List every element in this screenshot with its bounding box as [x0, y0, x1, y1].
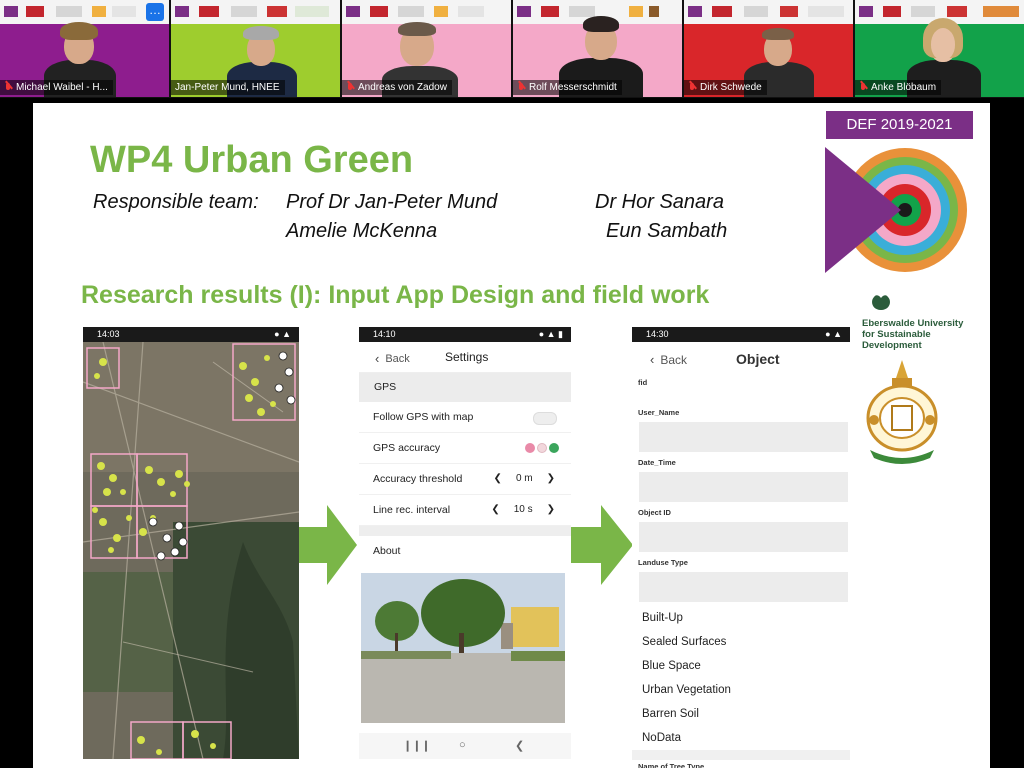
landuse-type-select[interactable] [639, 572, 848, 602]
slide-banner [342, 0, 511, 24]
back-nav-icon[interactable]: ❮ [515, 739, 524, 752]
mic-muted-icon [517, 82, 525, 93]
status-icons: ● ▲ ▮ [538, 329, 563, 339]
slide-subtitle: Research results (I): Input App Design a… [81, 281, 710, 309]
field-label: Landuse Type [638, 558, 688, 567]
status-icons: ● ▲ [274, 329, 291, 339]
participant-strip: … Michael Waibel - H... Jan-Peter Mund, … [0, 0, 1024, 98]
mic-muted-icon [688, 82, 696, 93]
slide-banner [684, 0, 853, 24]
date-time-input[interactable] [639, 472, 848, 502]
settings-navbar: ‹ Back Settings [359, 342, 571, 373]
team-member: Dr Hor Sanara [595, 191, 724, 213]
settings-screen: 14:10 ● ▲ ▮ ‹ Back Settings GPS Follow GP… [359, 327, 571, 759]
field-label: Date_Time [638, 458, 676, 467]
satellite-map[interactable] [83, 342, 299, 759]
map-screenshot: 14:03 ● ▲ [83, 327, 299, 759]
object-navbar: ‹ Back Object [632, 342, 850, 376]
dropdown-option[interactable]: Urban Vegetation [632, 678, 850, 702]
presentation-slide: DEF 2019-2021 WP4 Urban Green Responsibl… [33, 103, 990, 768]
participant-tile[interactable]: Rolf Messerschmidt [513, 0, 682, 97]
field-label: Object ID [638, 508, 671, 517]
dropdown-option[interactable]: NoData [632, 726, 850, 750]
status-icons: ● ▲ [825, 329, 842, 339]
field-label: Name of Tree Type [638, 762, 705, 768]
arrow-right-icon [299, 505, 357, 585]
project-badge: DEF 2019-2021 [826, 111, 973, 139]
participant-name: Michael Waibel - H... [0, 80, 113, 95]
dropdown-option[interactable]: Blue Space [632, 654, 850, 678]
field-label: fid [638, 378, 648, 387]
android-nav-bar: ❙❙❙ ○ ❮ [359, 733, 571, 759]
about-row[interactable]: About [359, 536, 571, 566]
slide-title: WP4 Urban Green [90, 139, 414, 181]
team-member: Prof Dr Jan-Peter Mund [286, 191, 498, 213]
recents-icon[interactable]: ❙❙❙ [403, 739, 431, 752]
slide-banner [171, 0, 340, 24]
arrow-right-icon [571, 505, 633, 585]
section-gps: GPS [359, 373, 571, 402]
participant-tile[interactable]: Jan-Peter Mund, HNEE [171, 0, 340, 97]
user-name-input[interactable] [639, 422, 848, 452]
accuracy-indicator [525, 443, 559, 453]
university-crest [866, 360, 938, 464]
chevron-left-icon: ‹ [650, 352, 655, 367]
back-button[interactable]: ‹ Back [650, 352, 687, 367]
mic-muted-icon [4, 82, 12, 93]
def-target-logo [825, 147, 967, 273]
team-member: Amelie McKenna [286, 220, 438, 242]
screen-title: Settings [445, 350, 489, 364]
chevron-right-icon[interactable]: ❯ [547, 495, 555, 525]
object-form-screen: 14:30 ● ▲ ‹ Back Object fid User_Name Dat… [632, 327, 850, 768]
field-photo [361, 573, 565, 723]
participant-tile[interactable]: Andreas von Zadow [342, 0, 511, 97]
university-logo: Eberswalde University for Sustainable De… [862, 293, 972, 351]
participant-name: Rolf Messerschmidt [513, 80, 622, 95]
participant-name: Dirk Schwede [684, 80, 767, 95]
status-bar: 14:30 ● ▲ [632, 327, 850, 342]
follow-gps-row[interactable]: Follow GPS with map [359, 402, 571, 433]
screen-title: Object [736, 351, 780, 367]
interval-stepper: ❮ 10 s ❯ [491, 495, 555, 525]
object-id-input[interactable] [639, 522, 848, 552]
line-rec-interval-row: Line rec. interval ❮ 10 s ❯ [359, 495, 571, 526]
gps-accuracy-row: GPS accuracy [359, 433, 571, 464]
status-bar: 14:10 ● ▲ ▮ [359, 327, 571, 342]
threshold-stepper: ❮ 0 m ❯ [494, 464, 555, 494]
dropdown-option[interactable]: Barren Soil [632, 702, 850, 726]
slide-banner [0, 0, 169, 24]
accuracy-threshold-row: Accuracy threshold ❮ 0 m ❯ [359, 464, 571, 495]
more-options-button[interactable]: … [146, 3, 164, 21]
beech-leaf-icon [872, 295, 890, 310]
participant-tile[interactable]: Anke Blöbaum [855, 0, 1024, 97]
participant-name: Jan-Peter Mund, HNEE [171, 80, 285, 95]
back-button[interactable]: ‹ Back [375, 351, 410, 366]
chevron-left-icon[interactable]: ❮ [494, 464, 502, 494]
participant-tile[interactable]: … Michael Waibel - H... [0, 0, 169, 97]
participant-name: Anke Blöbaum [855, 80, 942, 95]
participant-tile[interactable]: Dirk Schwede [684, 0, 853, 97]
dropdown-option[interactable]: Sealed Surfaces [632, 630, 850, 654]
dropdown-option[interactable]: Built-Up [632, 606, 850, 630]
chevron-left-icon[interactable]: ❮ [491, 495, 499, 525]
home-icon[interactable]: ○ [459, 739, 466, 751]
team-member: Eun Sambath [606, 220, 728, 242]
team-label: Responsible team: [93, 191, 259, 213]
mic-muted-icon [859, 82, 867, 93]
field-label: User_Name [638, 408, 680, 417]
status-bar: 14:03 ● ▲ [83, 327, 299, 342]
landuse-dropdown: Built-Up Sealed Surfaces Blue Space Urba… [632, 606, 850, 750]
follow-gps-toggle[interactable] [533, 412, 557, 425]
participant-name: Andreas von Zadow [342, 80, 452, 95]
mic-muted-icon [346, 82, 354, 93]
chevron-left-icon: ‹ [375, 351, 380, 366]
chevron-right-icon[interactable]: ❯ [547, 464, 555, 494]
